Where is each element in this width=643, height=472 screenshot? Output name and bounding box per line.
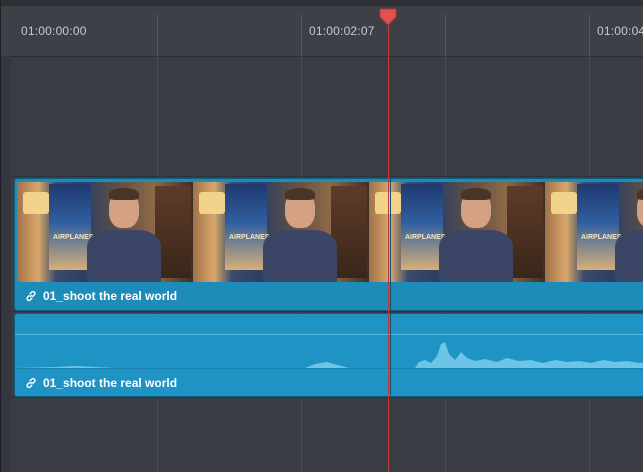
link-icon	[26, 377, 36, 389]
link-icon	[26, 290, 36, 302]
audio-clip-label: 01_shoot the real world	[15, 368, 643, 396]
thumbnail-frame: AIRPLANES	[369, 182, 545, 282]
timecode-label: 01:00:02:07	[309, 24, 375, 38]
timecode-label: 01:00:00:00	[21, 24, 87, 38]
thumbnail-frame: AIRPLANES	[17, 182, 193, 282]
playhead-line[interactable]	[388, 10, 389, 472]
timeline-panel[interactable]: 01:00:00:00 01:00:02:07 01:00:04 AIRPLAN…	[0, 0, 643, 472]
clip-thumbnails: AIRPLANES AIRPLANES AIRPLANES AIRPLANES	[17, 182, 643, 282]
track-header-edge	[1, 56, 11, 472]
ruler-tick	[157, 14, 158, 56]
track-separator	[1, 311, 643, 312]
audio-clip[interactable]: 01_shoot the real world	[14, 313, 643, 397]
thumbnail-frame: AIRPLANES	[545, 182, 643, 282]
audio-level-line	[15, 334, 643, 335]
track-separator	[1, 176, 643, 177]
ruler-tick	[445, 14, 446, 56]
edit-point[interactable]	[390, 178, 391, 395]
ruler-tick	[589, 14, 590, 56]
timecode-label: 01:00:04	[597, 24, 643, 38]
thumbnail-frame: AIRPLANES	[193, 182, 369, 282]
ruler-top-border	[1, 0, 643, 6]
timecode-ruler[interactable]: 01:00:00:00 01:00:02:07 01:00:04	[1, 0, 643, 57]
playhead-marker-icon[interactable]	[379, 8, 397, 26]
audio-clip-name: 01_shoot the real world	[43, 376, 178, 390]
video-clip-label: 01_shoot the real world	[15, 283, 643, 309]
video-clip-name: 01_shoot the real world	[43, 289, 178, 303]
audio-waveform	[15, 342, 643, 368]
track-separator	[1, 397, 643, 398]
video-clip[interactable]: AIRPLANES AIRPLANES AIRPLANES AIRPLANES	[14, 178, 643, 311]
ruler-tick	[301, 14, 302, 56]
